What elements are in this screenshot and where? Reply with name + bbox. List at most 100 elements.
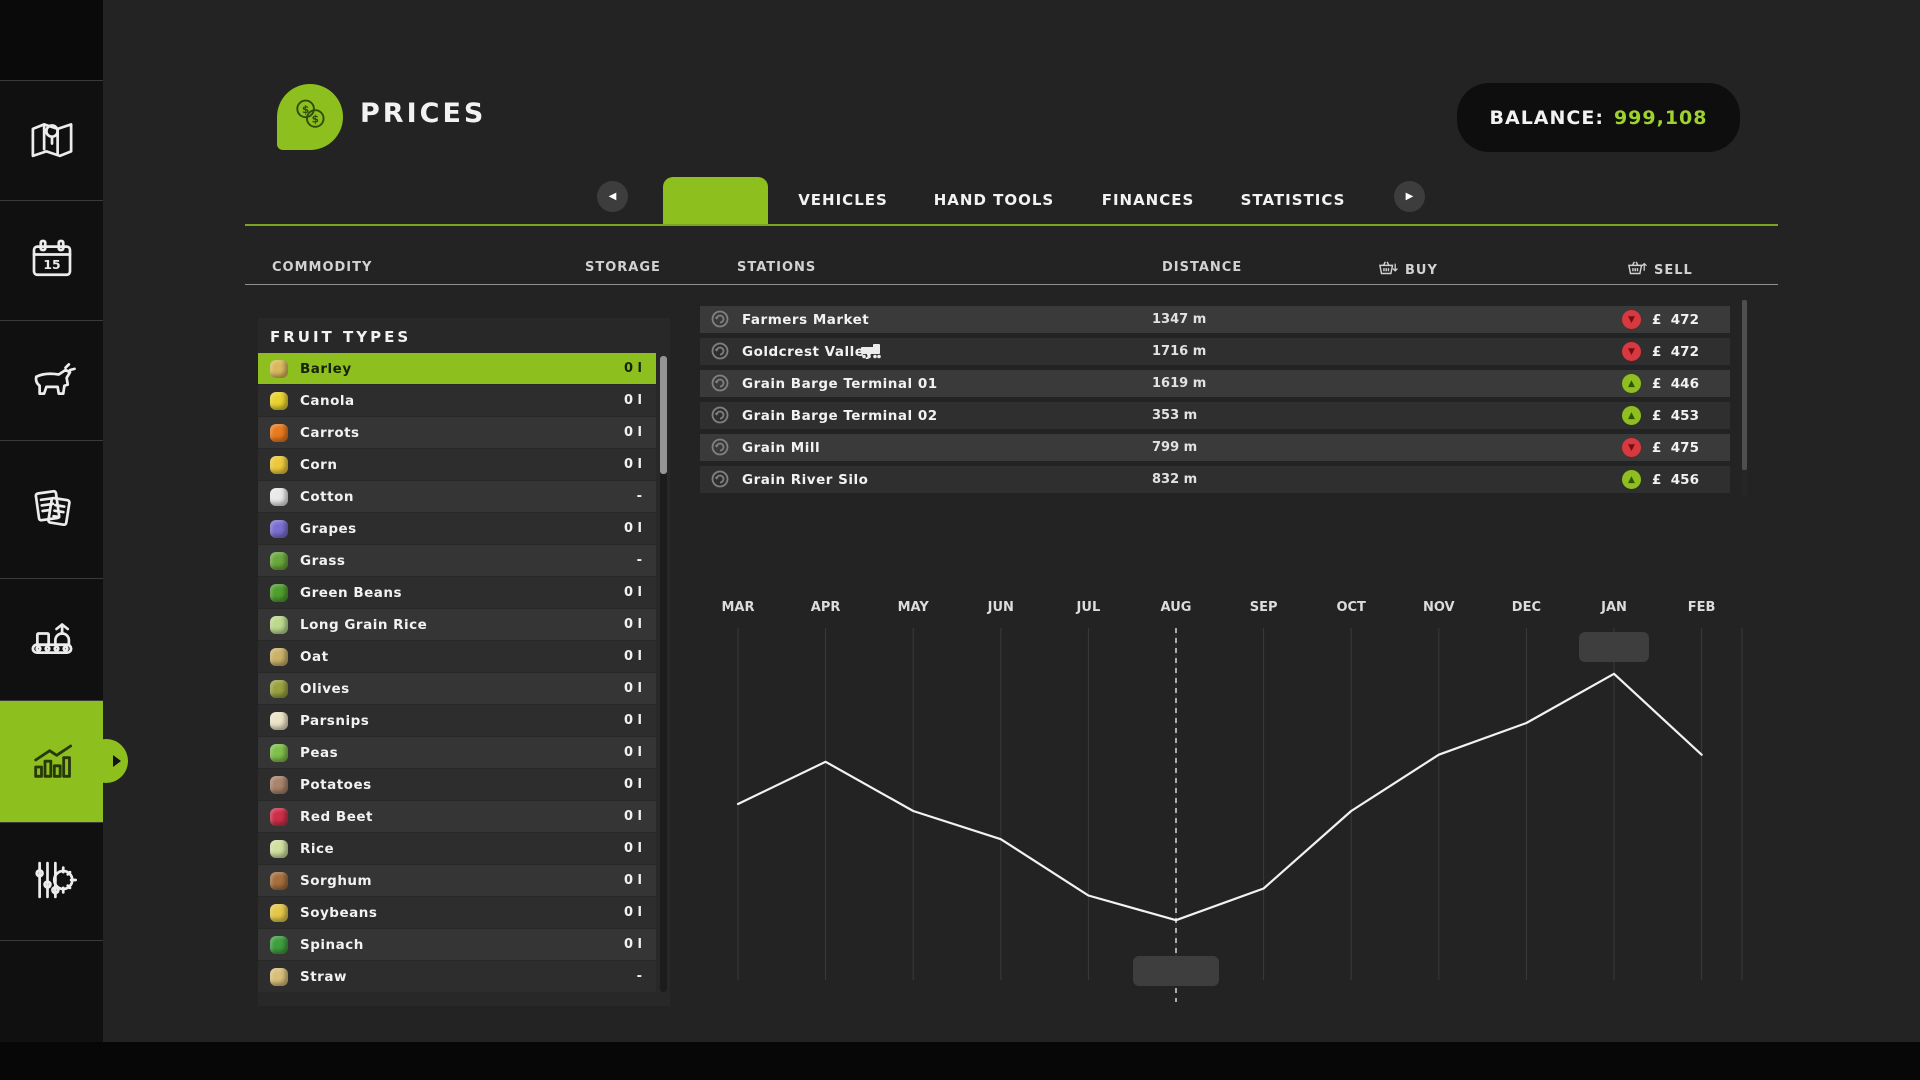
station-row-grain-mill[interactable]: Grain Mill 799 m ▼ £ 475 bbox=[700, 434, 1730, 461]
fruit-storage: 0 l bbox=[623, 457, 642, 472]
fruit-storage: 0 l bbox=[623, 649, 642, 664]
sell-price: £ 453 bbox=[1652, 407, 1699, 424]
fruit-row-green-beans[interactable]: Green Beans 0 l bbox=[258, 577, 656, 608]
stations-scrollbar[interactable] bbox=[1742, 300, 1747, 496]
station-row-farmers-market[interactable]: Farmers Market 1347 m ▼ £ 472 bbox=[700, 306, 1730, 333]
fruit-row-straw[interactable]: Straw - bbox=[258, 961, 656, 992]
station-hotspot-icon[interactable] bbox=[710, 437, 730, 461]
fruit-row-parsnips[interactable]: Parsnips 0 l bbox=[258, 705, 656, 736]
rice-icon bbox=[270, 839, 288, 858]
fruit-row-soybeans[interactable]: Soybeans 0 l bbox=[258, 897, 656, 928]
sidebar-item-production[interactable] bbox=[0, 578, 103, 701]
tab-finances[interactable]: FINANCES bbox=[1102, 191, 1195, 209]
month-label-apr: APR bbox=[810, 600, 841, 615]
fruit-storage: 0 l bbox=[623, 873, 642, 888]
fruit-storage: 0 l bbox=[623, 937, 642, 952]
tab-statistics[interactable]: STATISTICS bbox=[1241, 191, 1346, 209]
chevron-right-icon: ▶ bbox=[1405, 191, 1414, 202]
station-distance: 799 m bbox=[1152, 440, 1198, 455]
fruit-name: Long Grain Rice bbox=[300, 616, 428, 633]
month-label-dec: DEC bbox=[1511, 600, 1541, 615]
chart-month-axis: MAR APR MAY JUN JUL AUG SEP OCT NOV DEC JAN FEB bbox=[690, 598, 1755, 622]
green-beans-icon bbox=[270, 583, 288, 602]
fruit-row-long-grain-rice[interactable]: Long Grain Rice 0 l bbox=[258, 609, 656, 640]
straw-icon bbox=[270, 967, 288, 986]
fruit-list-scrollbar[interactable] bbox=[660, 356, 667, 992]
svg-text:15: 15 bbox=[43, 258, 60, 272]
station-row-grain-barge-terminal-02[interactable]: Grain Barge Terminal 02 353 m ▲ £ 453 bbox=[700, 402, 1730, 429]
fruit-list: Barley 0 l Canola 0 l Carrots 0 l Corn 0 l Cotto… bbox=[258, 353, 656, 993]
station-distance: 353 m bbox=[1152, 408, 1198, 423]
price-trend-up-icon: ▲ bbox=[1622, 406, 1641, 425]
month-label-jan: JAN bbox=[1601, 600, 1627, 615]
fruit-row-spinach[interactable]: Spinach 0 l bbox=[258, 929, 656, 960]
month-label-aug: AUG bbox=[1160, 600, 1192, 615]
sidebar-item-contracts[interactable] bbox=[0, 440, 103, 579]
fruit-row-olives[interactable]: Olives 0 l bbox=[258, 673, 656, 704]
fruit-row-peas[interactable]: Peas 0 l bbox=[258, 737, 656, 768]
station-hotspot-icon[interactable] bbox=[710, 469, 730, 493]
station-name: Farmers Market bbox=[742, 311, 870, 328]
fruit-row-potatoes[interactable]: Potatoes 0 l bbox=[258, 769, 656, 800]
month-label-jun: JUN bbox=[987, 600, 1014, 615]
station-name: Grain Mill bbox=[742, 439, 821, 456]
fruit-row-red-beet[interactable]: Red Beet 0 l bbox=[258, 801, 656, 832]
station-hotspot-icon[interactable] bbox=[710, 405, 730, 429]
sidebar-active-bump bbox=[84, 739, 128, 783]
sidebar-item-map[interactable] bbox=[0, 80, 103, 201]
sorghum-icon bbox=[270, 871, 288, 890]
station-row-grain-river-silo[interactable]: Grain River Silo 832 m ▲ £ 456 bbox=[700, 466, 1730, 493]
header-separator bbox=[245, 284, 1778, 285]
station-hotspot-icon[interactable] bbox=[710, 309, 730, 333]
sidebar-item-calendar[interactable]: 15 bbox=[0, 200, 103, 321]
tab-prices-active[interactable] bbox=[663, 177, 768, 225]
chart-value-box-aug bbox=[1133, 956, 1219, 986]
fruit-row-canola[interactable]: Canola 0 l bbox=[258, 385, 656, 416]
scrollbar-thumb[interactable] bbox=[1742, 300, 1747, 470]
fruit-row-cotton[interactable]: Cotton - bbox=[258, 481, 656, 512]
station-hotspot-icon[interactable] bbox=[710, 341, 730, 365]
sell-price: £ 472 bbox=[1652, 343, 1699, 360]
fruit-name: Green Beans bbox=[300, 584, 403, 601]
fruit-name: Olives bbox=[300, 680, 350, 697]
fruit-row-oat[interactable]: Oat 0 l bbox=[258, 641, 656, 672]
station-row-goldcrest-valley[interactable]: Goldcrest Valley 1716 m ▼ £ 472 bbox=[700, 338, 1730, 365]
tab-hand-tools[interactable]: HAND TOOLS bbox=[934, 191, 1055, 209]
fruit-name: Carrots bbox=[300, 424, 360, 441]
fruit-row-sorghum[interactable]: Sorghum 0 l bbox=[258, 865, 656, 896]
fruit-row-grass[interactable]: Grass - bbox=[258, 545, 656, 576]
fruit-row-rice[interactable]: Rice 0 l bbox=[258, 833, 656, 864]
month-label-jul: JUL bbox=[1076, 600, 1101, 615]
tab-vehicles[interactable]: VEHICLES bbox=[798, 191, 888, 209]
next-tab-button[interactable]: ▶ bbox=[1394, 181, 1425, 212]
page-title: PRICES bbox=[360, 98, 487, 129]
station-hotspot-icon[interactable] bbox=[710, 373, 730, 397]
fruit-storage: 0 l bbox=[623, 617, 642, 632]
fruit-panel-title: FRUIT TYPES bbox=[270, 328, 412, 346]
fruit-storage: - bbox=[636, 489, 642, 504]
sidebar: 15 bbox=[0, 0, 103, 1042]
olives-icon bbox=[270, 679, 288, 698]
fruit-row-barley[interactable]: Barley 0 l bbox=[258, 353, 656, 384]
month-label-may: MAY bbox=[897, 600, 929, 615]
barley-icon bbox=[270, 359, 288, 378]
station-row-grain-barge-terminal-01[interactable]: Grain Barge Terminal 01 1619 m ▲ £ 446 bbox=[700, 370, 1730, 397]
fruit-storage: 0 l bbox=[623, 393, 642, 408]
column-stations: STATIONS bbox=[737, 260, 817, 275]
fruit-storage: 0 l bbox=[623, 777, 642, 792]
sidebar-item-animals[interactable] bbox=[0, 320, 103, 441]
basket-sell-icon bbox=[1627, 261, 1647, 282]
price-line bbox=[736, 672, 1703, 922]
sidebar-item-settings[interactable] bbox=[0, 822, 103, 941]
fruit-storage: 0 l bbox=[623, 585, 642, 600]
chart-value-box-jan bbox=[1579, 632, 1649, 662]
prev-tab-button[interactable]: ◀ bbox=[597, 181, 628, 212]
column-distance: DISTANCE bbox=[1162, 260, 1243, 275]
fruit-row-grapes[interactable]: Grapes 0 l bbox=[258, 513, 656, 544]
fruit-row-carrots[interactable]: Carrots 0 l bbox=[258, 417, 656, 448]
scrollbar-thumb[interactable] bbox=[660, 356, 667, 474]
price-trend-down-icon: ▼ bbox=[1622, 310, 1641, 329]
fruit-storage: 0 l bbox=[623, 809, 642, 824]
price-chart: MAR APR MAY JUN JUL AUG SEP OCT NOV DEC JAN FEB bbox=[690, 598, 1755, 1010]
fruit-row-corn[interactable]: Corn 0 l bbox=[258, 449, 656, 480]
